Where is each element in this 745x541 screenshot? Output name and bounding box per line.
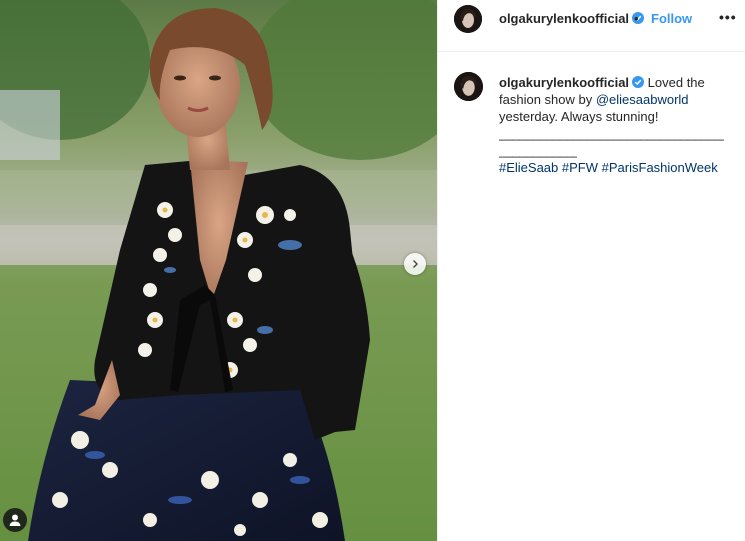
fashion-photo-image [0,0,437,541]
post-photo[interactable] [0,0,437,541]
caption-text: olgakurylenkoofficial Loved the fashion … [499,74,739,176]
tagged-users-button[interactable] [3,508,27,532]
caption-username-text: olgakurylenkoofficial [499,75,630,90]
caption-body-end: yesterday. Always stunning! [499,109,659,124]
next-image-button[interactable] [404,253,426,275]
avatar[interactable] [454,5,482,33]
avatar-image [454,72,483,101]
avatar-image [454,5,482,33]
caption-username-link[interactable]: olgakurylenkoofficial [499,75,645,90]
more-options-button[interactable]: ••• [719,9,737,25]
hashtag-link[interactable]: #ElieSaab [499,160,558,175]
post-side-panel: olgakurylenkoofficial • Follow ••• olgak… [438,0,745,541]
post-header: olgakurylenkoofficial • Follow ••• [438,0,745,52]
hashtag-link[interactable]: #PFW [562,160,598,175]
follow-button[interactable]: Follow [651,11,692,26]
separator-dot: • [634,11,639,26]
caption-rule-line: ________________________________________ [499,126,724,141]
mention-link[interactable]: @eliesaabworld [596,92,689,107]
hashtag-link[interactable]: #ParisFashionWeek [602,160,718,175]
chevron-right-icon [413,260,418,268]
verified-badge-icon [632,76,645,88]
username-link[interactable]: olgakurylenkoofficial [499,11,645,26]
username-text: olgakurylenkoofficial [499,11,630,26]
person-icon [9,514,21,526]
caption-avatar[interactable] [454,72,483,101]
caption-rule-line: ______________ [499,143,577,158]
